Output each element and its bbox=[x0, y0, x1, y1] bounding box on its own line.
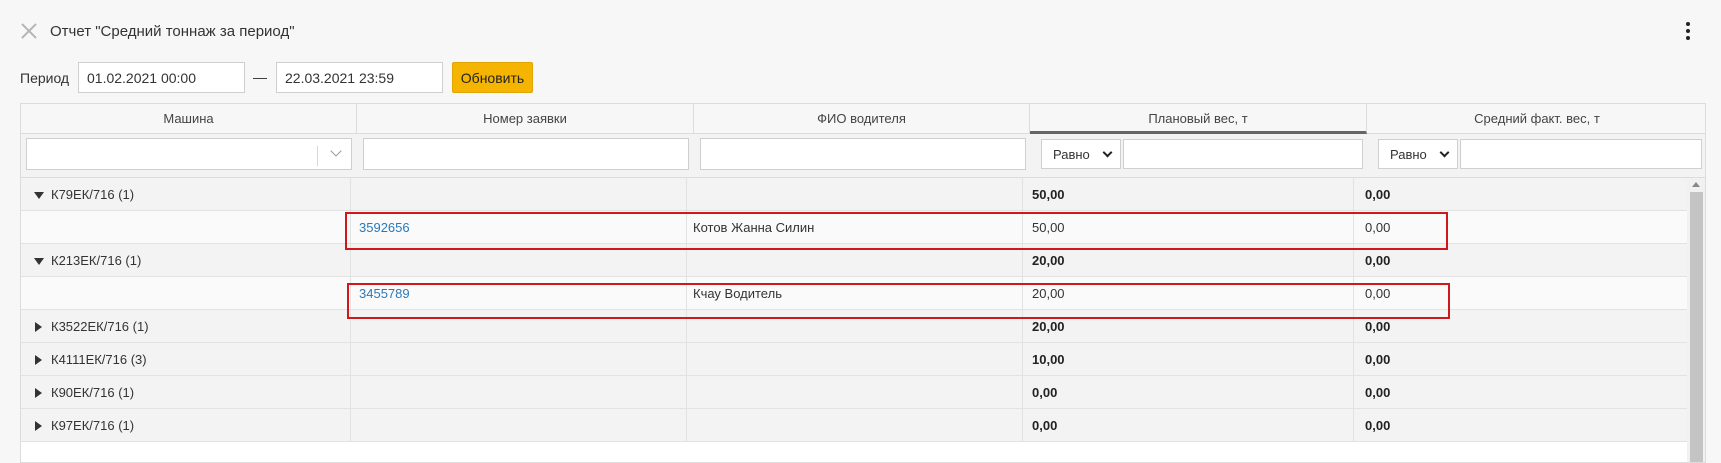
date-from-input[interactable] bbox=[78, 62, 245, 93]
date-to-input[interactable] bbox=[276, 62, 443, 93]
driver-cell bbox=[687, 409, 1023, 442]
machine-filter-combobox[interactable] bbox=[26, 138, 352, 170]
refresh-button[interactable]: Обновить bbox=[452, 62, 533, 93]
machine-cell bbox=[21, 277, 351, 310]
caret-right-icon[interactable] bbox=[35, 388, 42, 398]
machine-cell: К3522ЕК/716 (1) bbox=[21, 310, 351, 343]
actual-weight-cell: 0,00 bbox=[1365, 352, 1391, 367]
chevron-down-icon bbox=[1439, 147, 1450, 158]
machine-cell: К213ЕК/716 (1) bbox=[21, 244, 351, 277]
actual-weight-cell: 0,00 bbox=[1365, 187, 1391, 202]
group-row[interactable]: К79ЕК/716 (1) 50,00 0,00 bbox=[21, 178, 1687, 211]
machine-cell: К90ЕК/716 (1) bbox=[21, 376, 351, 409]
actual-weight-operator-select[interactable]: Равно bbox=[1378, 139, 1458, 169]
column-header-planned-weight[interactable]: Плановый вес, т bbox=[1030, 104, 1367, 134]
actual-weight-cell: 0,00 bbox=[1365, 385, 1391, 400]
order-cell bbox=[351, 376, 687, 409]
filter-row: Равно Равно bbox=[21, 134, 1705, 178]
planned-weight-operator-select[interactable]: Равно bbox=[1041, 139, 1121, 169]
column-header-avg-actual-weight[interactable]: Средний факт. вес, т bbox=[1367, 104, 1705, 134]
caret-down-icon[interactable] bbox=[34, 258, 44, 265]
period-label: Период bbox=[20, 70, 70, 86]
page-title: Отчет "Средний тоннаж за период" bbox=[50, 23, 295, 40]
machine-label: К90ЕК/716 (1) bbox=[51, 385, 135, 400]
machine-label: К3522ЕК/716 (1) bbox=[51, 319, 149, 334]
machine-cell: К97ЕК/716 (1) bbox=[21, 409, 351, 442]
machine-label: К79ЕК/716 (1) bbox=[51, 187, 135, 202]
group-row[interactable]: К4111ЕК/716 (3) 10,00 0,00 bbox=[21, 343, 1687, 376]
scroll-up-arrow-icon[interactable] bbox=[1692, 182, 1700, 187]
title-bar: Отчет "Средний тоннаж за период" bbox=[0, 0, 1721, 64]
actual-weight-cell: 0,00 bbox=[1365, 418, 1391, 433]
driver-cell bbox=[687, 343, 1023, 376]
planned-weight-cell: 10,00 bbox=[1023, 343, 1354, 376]
machine-label: К213ЕК/716 (1) bbox=[51, 253, 142, 268]
machine-cell bbox=[21, 211, 351, 244]
actual-weight-filter-input[interactable] bbox=[1460, 139, 1702, 169]
machine-label: К97ЕК/716 (1) bbox=[51, 418, 135, 433]
order-cell bbox=[351, 178, 687, 211]
combo-separator bbox=[317, 146, 318, 166]
highlight-box bbox=[347, 283, 1450, 319]
close-icon[interactable] bbox=[20, 22, 38, 40]
more-vertical-icon[interactable] bbox=[1683, 22, 1693, 42]
caret-down-icon[interactable] bbox=[34, 192, 44, 199]
column-header-driver-name[interactable]: ФИО водителя bbox=[694, 104, 1030, 134]
group-row[interactable]: К90ЕК/716 (1) 0,00 0,00 bbox=[21, 376, 1687, 409]
caret-right-icon[interactable] bbox=[35, 355, 42, 365]
driver-name-filter-input[interactable] bbox=[700, 138, 1026, 170]
machine-cell: К79ЕК/716 (1) bbox=[21, 178, 351, 211]
order-cell bbox=[351, 409, 687, 442]
driver-cell bbox=[687, 376, 1023, 409]
planned-weight-cell: 0,00 bbox=[1023, 376, 1354, 409]
scrollbar-thumb[interactable] bbox=[1690, 192, 1703, 462]
chevron-down-icon bbox=[1102, 147, 1113, 158]
driver-cell bbox=[687, 178, 1023, 211]
planned-weight-filter-input[interactable] bbox=[1123, 139, 1363, 169]
group-row[interactable]: К97ЕК/716 (1) 0,00 0,00 bbox=[21, 409, 1687, 442]
actual-weight-operator-value: Равно bbox=[1390, 147, 1427, 162]
planned-weight-cell: 0,00 bbox=[1023, 409, 1354, 442]
order-number-filter-input[interactable] bbox=[363, 138, 689, 170]
machine-cell: К4111ЕК/716 (3) bbox=[21, 343, 351, 376]
caret-right-icon[interactable] bbox=[35, 421, 42, 431]
column-header-machine[interactable]: Машина bbox=[21, 104, 357, 134]
grid-header: Машина Номер заявки ФИО водителя Плановы… bbox=[21, 104, 1705, 134]
column-header-order-number[interactable]: Номер заявки bbox=[357, 104, 694, 134]
planned-weight-operator-value: Равно bbox=[1053, 147, 1090, 162]
highlight-box bbox=[345, 212, 1448, 250]
planned-weight-cell: 50,00 bbox=[1023, 178, 1354, 211]
order-cell bbox=[351, 343, 687, 376]
period-separator: — bbox=[253, 69, 267, 85]
machine-label: К4111ЕК/716 (3) bbox=[51, 352, 147, 367]
chevron-down-icon[interactable] bbox=[330, 145, 342, 157]
caret-right-icon[interactable] bbox=[35, 322, 42, 332]
